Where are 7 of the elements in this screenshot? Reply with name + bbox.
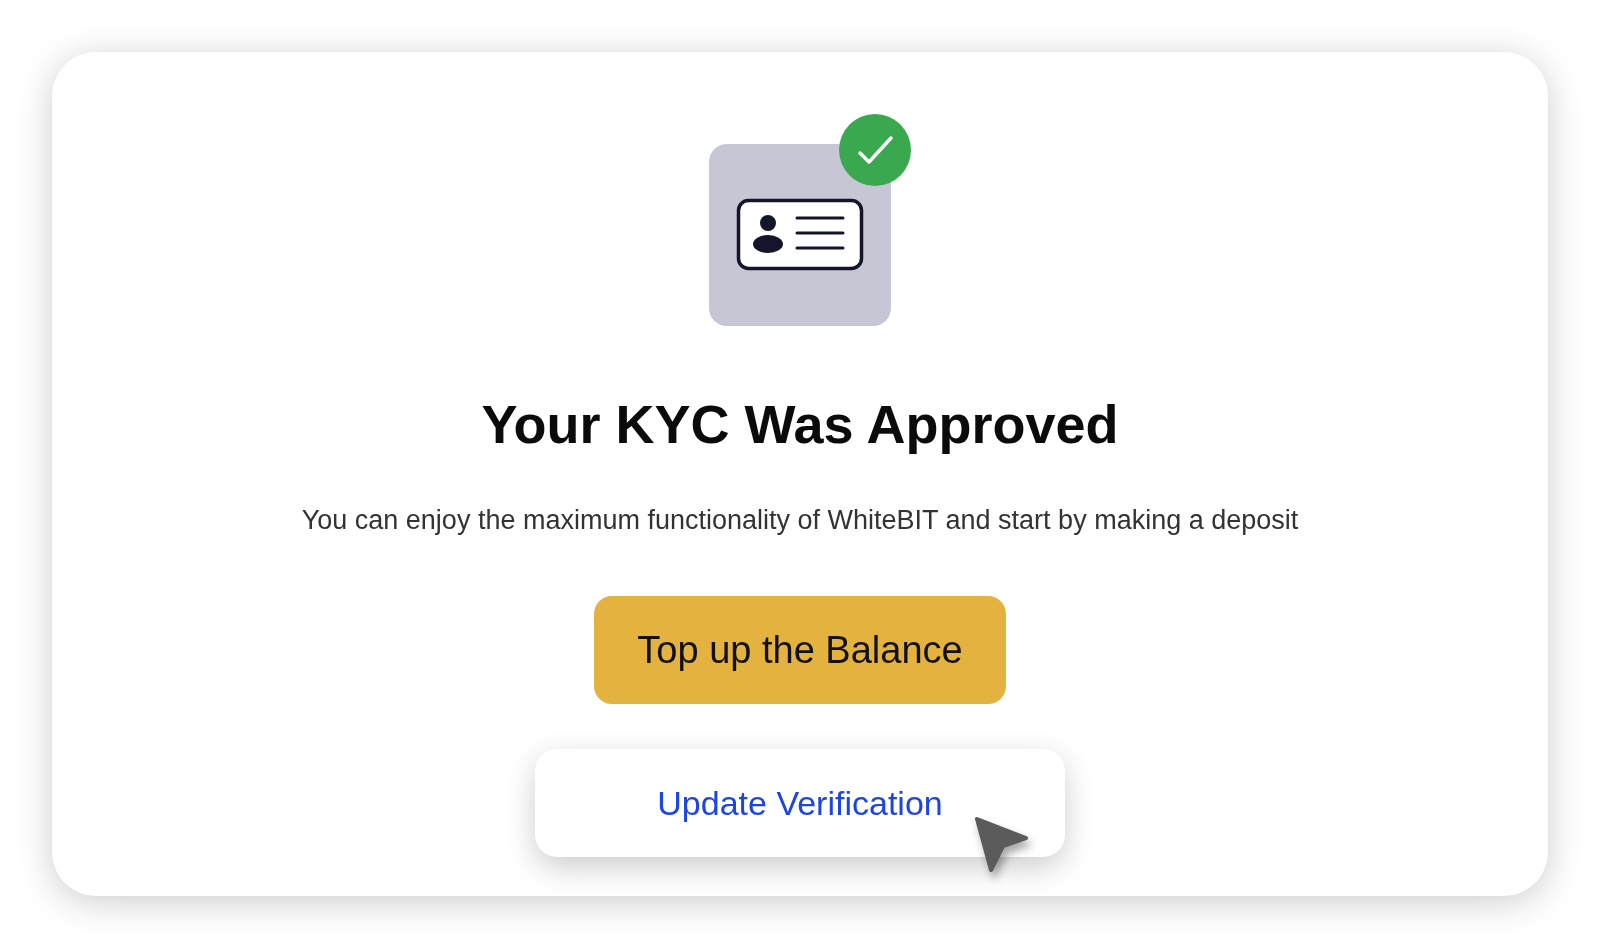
- id-card-icon: [709, 144, 891, 326]
- top-up-button[interactable]: Top up the Balance: [594, 596, 1006, 704]
- dialog-description: You can enjoy the maximum functionality of WhiteBIT and start by making a deposit: [301, 504, 1299, 537]
- check-badge-icon: [839, 114, 911, 186]
- pointer-cursor-icon: [974, 816, 1030, 873]
- dialog-title: Your KYC Was Approved: [481, 393, 1119, 456]
- update-verification-button[interactable]: Update Verification: [535, 749, 1065, 857]
